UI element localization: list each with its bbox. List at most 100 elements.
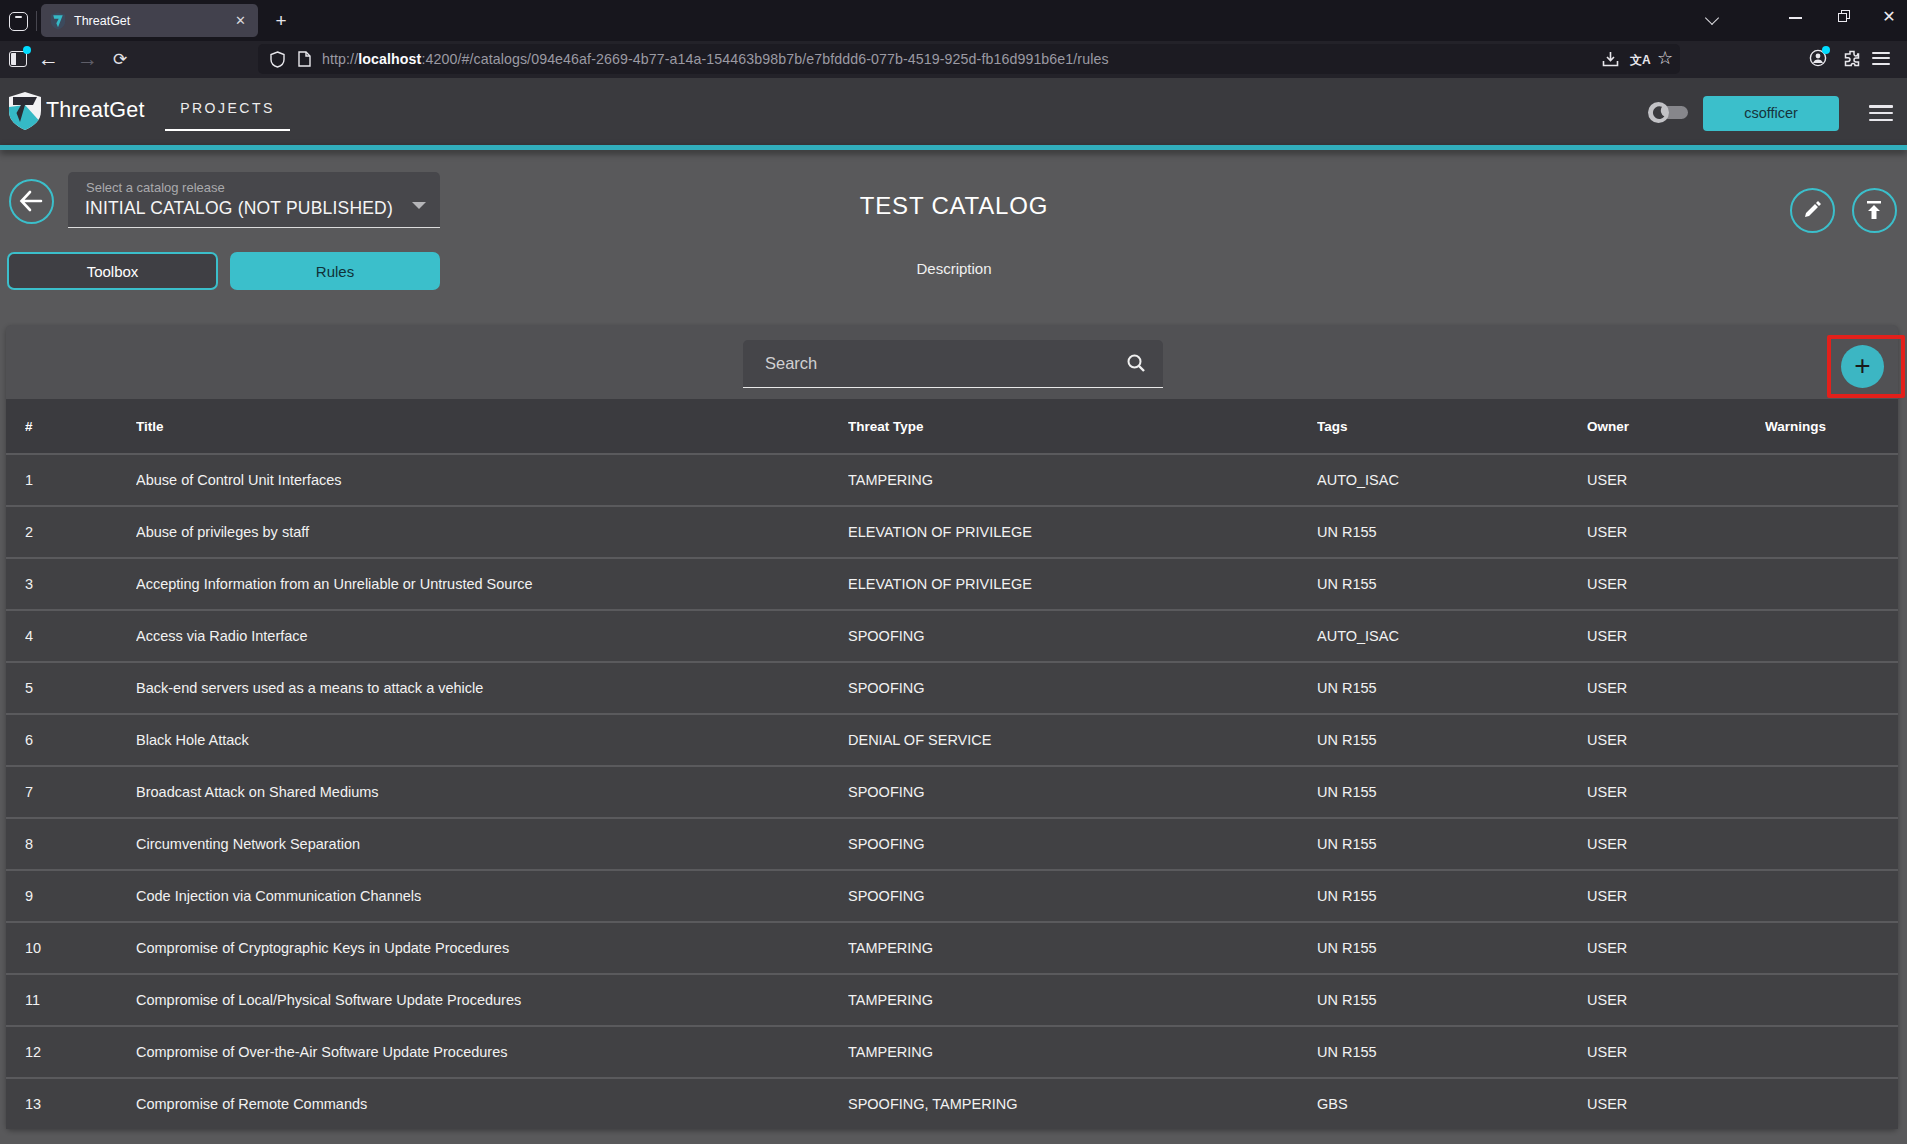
publish-button[interactable] xyxy=(1852,188,1897,233)
moon-icon[interactable] xyxy=(1648,102,1669,123)
accent-bar xyxy=(0,145,1907,150)
user-button[interactable]: csofficer xyxy=(1703,96,1839,131)
rule-number: 10 xyxy=(25,940,136,956)
list-tabs-chevron-icon[interactable] xyxy=(1702,6,1726,30)
browser-tab-strip: ThreatGet ✕ + ✕ xyxy=(0,0,1907,41)
window-close-button[interactable]: ✕ xyxy=(1866,0,1907,34)
browser-tab[interactable]: ThreatGet ✕ xyxy=(41,4,258,37)
tab-title: ThreatGet xyxy=(74,14,130,28)
rule-number: 3 xyxy=(25,576,136,592)
back-circle-button[interactable] xyxy=(9,179,54,224)
table-row[interactable]: 8Circumventing Network SeparationSPOOFIN… xyxy=(6,817,1898,869)
account-notification-dot xyxy=(1822,46,1830,54)
table-row[interactable]: 12Compromise of Over-the-Air Software Up… xyxy=(6,1025,1898,1077)
rules-table-body: 1Abuse of Control Unit InterfacesTAMPERI… xyxy=(6,453,1898,1129)
edit-button[interactable] xyxy=(1790,188,1835,233)
save-page-icon[interactable] xyxy=(1601,50,1620,69)
rule-tags: UN R155 xyxy=(1317,680,1587,696)
select-label: Select a catalog release xyxy=(86,180,225,195)
tab-rules[interactable]: Rules xyxy=(230,252,440,290)
table-row[interactable]: 1Abuse of Control Unit InterfacesTAMPERI… xyxy=(6,453,1898,505)
table-row[interactable]: 10Compromise of Cryptographic Keys in Up… xyxy=(6,921,1898,973)
back-arrow-icon xyxy=(19,190,43,212)
tab-toolbox[interactable]: Toolbox xyxy=(7,252,218,290)
tab-separator xyxy=(36,11,37,31)
table-row[interactable]: 13Compromise of Remote CommandsSPOOFING,… xyxy=(6,1077,1898,1129)
catalog-title: TEST CATALOG xyxy=(604,192,1304,220)
window-restore-button[interactable] xyxy=(1821,0,1867,34)
new-tab-button[interactable]: + xyxy=(270,10,292,32)
notification-dot xyxy=(23,46,31,54)
rule-title: Accepting Information from an Unreliable… xyxy=(136,576,848,592)
rule-tags: UN R155 xyxy=(1317,888,1587,904)
rule-owner: USER xyxy=(1587,940,1765,956)
table-row[interactable]: 11Compromise of Local/Physical Software … xyxy=(6,973,1898,1025)
rule-owner: USER xyxy=(1587,628,1765,644)
search-input[interactable]: Search xyxy=(743,340,1163,388)
rule-title: Access via Radio Interface xyxy=(136,628,848,644)
tab-close-icon[interactable]: ✕ xyxy=(232,12,249,29)
rule-number: 6 xyxy=(25,732,136,748)
window-minimize-button[interactable] xyxy=(1773,0,1819,34)
rule-threat-type: DENIAL OF SERVICE xyxy=(848,732,1317,748)
rule-threat-type: TAMPERING xyxy=(848,940,1317,956)
extensions-icon[interactable] xyxy=(1843,49,1861,67)
rule-owner: USER xyxy=(1587,992,1765,1008)
reload-button[interactable]: ⟳ xyxy=(113,49,127,70)
search-placeholder: Search xyxy=(765,354,817,373)
rule-tags: UN R155 xyxy=(1317,992,1587,1008)
col-title: Title xyxy=(136,419,848,434)
rules-card: Search + # Title Threat Type Tags Owner … xyxy=(6,325,1898,1129)
tracking-shield-icon[interactable] xyxy=(270,51,285,68)
rule-tags: UN R155 xyxy=(1317,524,1587,540)
back-button[interactable]: ← xyxy=(38,47,59,71)
table-row[interactable]: 2Abuse of privileges by staffELEVATION O… xyxy=(6,505,1898,557)
forward-button[interactable]: → xyxy=(77,47,98,71)
app-menu-icon[interactable] xyxy=(1869,105,1893,122)
rule-threat-type: SPOOFING xyxy=(848,680,1317,696)
table-row[interactable]: 4Access via Radio InterfaceSPOOFINGAUTO_… xyxy=(6,609,1898,661)
rule-owner: USER xyxy=(1587,1096,1765,1112)
select-caret-icon xyxy=(412,202,426,209)
firefox-view-icon[interactable] xyxy=(9,12,28,31)
table-row[interactable]: 6Black Hole AttackDENIAL OF SERVICEUN R1… xyxy=(6,713,1898,765)
url-text[interactable]: http://localhost:4200/#/catalogs/094e46a… xyxy=(322,51,1109,67)
col-owner: Owner xyxy=(1587,419,1765,434)
rule-tags: UN R155 xyxy=(1317,836,1587,852)
table-row[interactable]: 3Accepting Information from an Unreliabl… xyxy=(6,557,1898,609)
app-header: ThreatGet PROJECTS csofficer xyxy=(0,78,1907,145)
rule-title: Compromise of Local/Physical Software Up… xyxy=(136,992,848,1008)
rule-number: 5 xyxy=(25,680,136,696)
rule-number: 4 xyxy=(25,628,136,644)
translate-icon[interactable]: 文A xyxy=(1630,52,1651,69)
table-row[interactable]: 5Back-end servers used as a means to att… xyxy=(6,661,1898,713)
catalog-release-select[interactable]: Select a catalog release INITIAL CATALOG… xyxy=(68,172,440,228)
nav-projects[interactable]: PROJECTS xyxy=(165,85,290,131)
col-warnings: Warnings xyxy=(1765,419,1898,434)
table-row[interactable]: 9Code Injection via Communication Channe… xyxy=(6,869,1898,921)
rule-threat-type: TAMPERING xyxy=(848,472,1317,488)
rule-title: Compromise of Remote Commands xyxy=(136,1096,848,1112)
rule-threat-type: SPOOFING xyxy=(848,888,1317,904)
rule-title: Code Injection via Communication Channel… xyxy=(136,888,848,904)
table-row[interactable]: 7Broadcast Attack on Shared MediumsSPOOF… xyxy=(6,765,1898,817)
rule-threat-type: SPOOFING xyxy=(848,628,1317,644)
rule-owner: USER xyxy=(1587,472,1765,488)
rule-title: Circumventing Network Separation xyxy=(136,836,848,852)
add-rule-button[interactable]: + xyxy=(1841,345,1884,388)
rule-owner: USER xyxy=(1587,680,1765,696)
browser-nav-bar: ← → ⟳ http://localhost:4200/#/catalogs/0… xyxy=(0,41,1907,78)
page-info-icon[interactable] xyxy=(298,51,311,67)
search-icon[interactable] xyxy=(1125,352,1147,374)
tab-favicon xyxy=(50,12,66,30)
rule-number: 1 xyxy=(25,472,136,488)
rule-number: 7 xyxy=(25,784,136,800)
catalog-description: Description xyxy=(604,260,1304,277)
rule-number: 12 xyxy=(25,1044,136,1060)
bookmark-star-icon[interactable]: ☆ xyxy=(1657,47,1673,69)
table-header: # Title Threat Type Tags Owner Warnings xyxy=(6,399,1898,453)
browser-menu-icon[interactable] xyxy=(1872,52,1890,66)
rule-number: 13 xyxy=(25,1096,136,1112)
col-num: # xyxy=(25,419,136,434)
rule-threat-type: SPOOFING xyxy=(848,784,1317,800)
